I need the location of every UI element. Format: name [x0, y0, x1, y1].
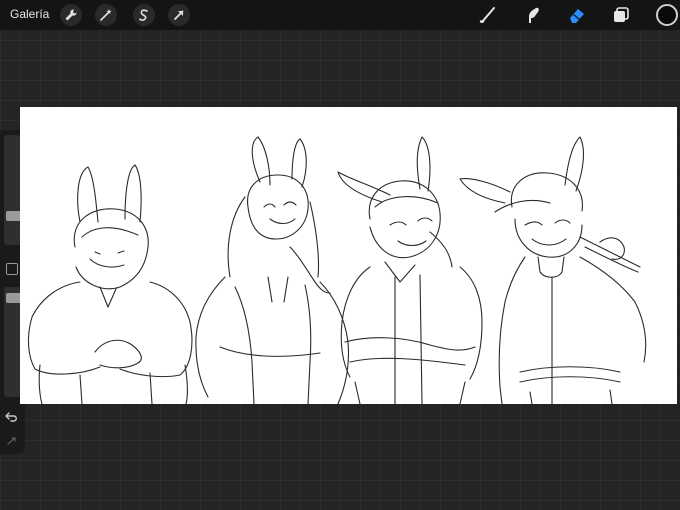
figure-4 [459, 136, 647, 404]
actions-button[interactable] [60, 4, 82, 26]
selection-icon [139, 9, 148, 21]
brush-icon [479, 7, 495, 23]
brush-tool-button[interactable] [477, 4, 499, 26]
opacity-slider[interactable] [4, 287, 26, 397]
figure-3 [337, 136, 483, 404]
layers-icon [614, 7, 629, 22]
smudge-tool-button[interactable] [522, 4, 544, 26]
gallery-button[interactable]: Galería [10, 7, 49, 21]
smudge-icon [529, 7, 539, 23]
wrench-icon [65, 9, 77, 21]
drawing-canvas[interactable] [20, 107, 677, 404]
modify-button[interactable] [6, 263, 18, 275]
selection-button[interactable] [133, 4, 155, 26]
figure-1 [27, 164, 193, 404]
sketch-illustration [27, 136, 647, 404]
undo-icon [5, 412, 17, 422]
adjustments-button[interactable] [95, 4, 117, 26]
figure-2 [195, 136, 350, 404]
color-picker-button[interactable] [656, 4, 678, 26]
transform-button[interactable] [168, 4, 190, 26]
magic-wand-icon [100, 9, 112, 21]
top-toolbar: Galería [0, 0, 680, 30]
eraser-tool-button[interactable] [566, 4, 588, 26]
transform-arrow-icon [174, 10, 184, 20]
redo-button[interactable] [6, 434, 18, 452]
redo-icon [7, 437, 16, 445]
brush-size-slider[interactable] [4, 135, 26, 245]
undo-button[interactable] [5, 410, 19, 428]
layers-button[interactable] [610, 4, 632, 26]
eraser-icon [570, 9, 584, 23]
